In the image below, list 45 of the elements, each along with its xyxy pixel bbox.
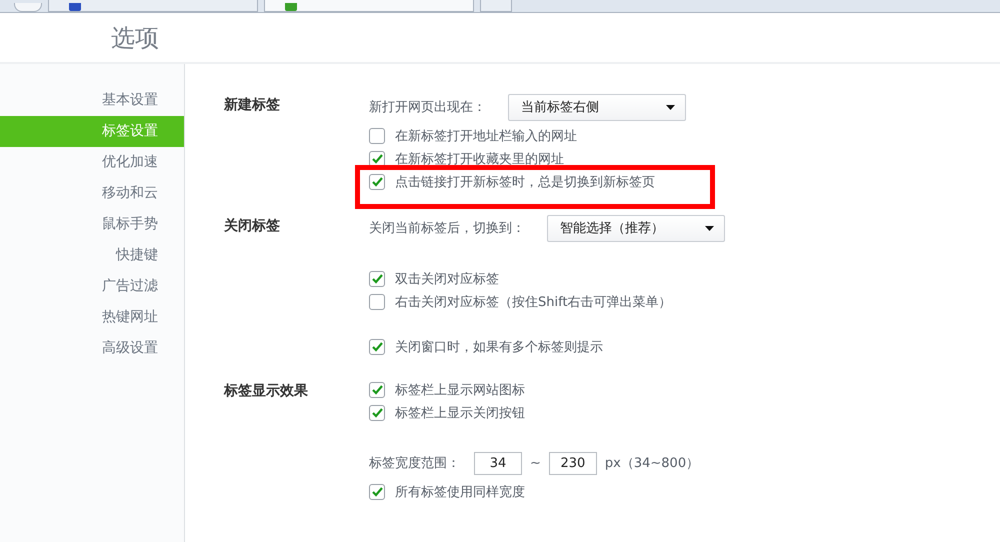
max-width-field[interactable]: 230	[548, 452, 597, 474]
sidebar-item[interactable]: 标签设置	[0, 116, 184, 147]
dropdown[interactable]: 智能选择（推荐）	[547, 214, 725, 242]
browser-tab[interactable]	[48, 0, 258, 12]
checkbox[interactable]	[369, 270, 385, 286]
checkbox[interactable]	[369, 338, 385, 354]
dropdown[interactable]: 当前标签右侧	[508, 94, 686, 120]
range-hint: px（34~800）	[604, 455, 700, 472]
sidebar-item[interactable]: 鼠标手势	[0, 209, 184, 240]
checkbox-label: 在新标签打开地址栏输入的网址	[395, 128, 577, 144]
back-button[interactable]	[14, 3, 42, 12]
section-title: 标签显示效果	[224, 382, 309, 401]
field-label: 关闭当前标签后，切换到：	[369, 220, 525, 237]
checkbox[interactable]	[369, 484, 385, 500]
sidebar-item[interactable]: 优化加速	[0, 147, 184, 178]
browser-tab[interactable]	[264, 0, 474, 12]
sidebar-item[interactable]: 移动和云	[0, 178, 184, 209]
checkbox[interactable]	[369, 128, 385, 144]
checkbox-label: 双击关闭对应标签	[395, 270, 499, 288]
caret-icon	[666, 104, 675, 110]
min-width-field[interactable]: 34	[474, 452, 522, 474]
checkbox-label: 关闭窗口时，如果有多个标签则提示	[395, 338, 603, 356]
sidebar-item[interactable]: 广告过滤	[0, 271, 184, 302]
caret-icon	[705, 226, 714, 230]
checkbox[interactable]	[369, 382, 385, 398]
sidebar-item[interactable]: 热键网址	[0, 302, 184, 333]
checkbox-label: 点击链接打开新标签时，总是切换到新标签页	[395, 174, 655, 190]
checkbox[interactable]	[369, 150, 385, 166]
section-title: 关闭标签	[224, 217, 281, 236]
sidebar-item[interactable]: 基本设置	[0, 85, 184, 116]
field-label: 新打开网页出现在：	[369, 99, 486, 116]
section-title: 新建标签	[224, 96, 281, 115]
checkbox[interactable]	[369, 174, 385, 190]
checkbox-label: 右击关闭对应标签（按住Shift右击可弹出菜单）	[395, 294, 672, 310]
checkbox-label: 所有标签使用同样宽度	[395, 484, 525, 500]
page-title: 选项	[111, 22, 159, 54]
checkbox[interactable]	[369, 404, 385, 420]
sidebar-item[interactable]: 高级设置	[0, 333, 184, 364]
checkbox-label: 标签栏上显示网站图标	[395, 382, 525, 398]
checkbox-label: 标签栏上显示关闭按钮	[395, 404, 525, 422]
field-label: 标签宽度范围：	[369, 455, 460, 472]
range-separator: ~	[530, 456, 541, 470]
sidebar-item[interactable]: 快捷键	[0, 240, 184, 271]
checkbox[interactable]	[369, 294, 385, 310]
checkbox-label: 在新标签打开收藏夹里的网址	[395, 150, 564, 168]
